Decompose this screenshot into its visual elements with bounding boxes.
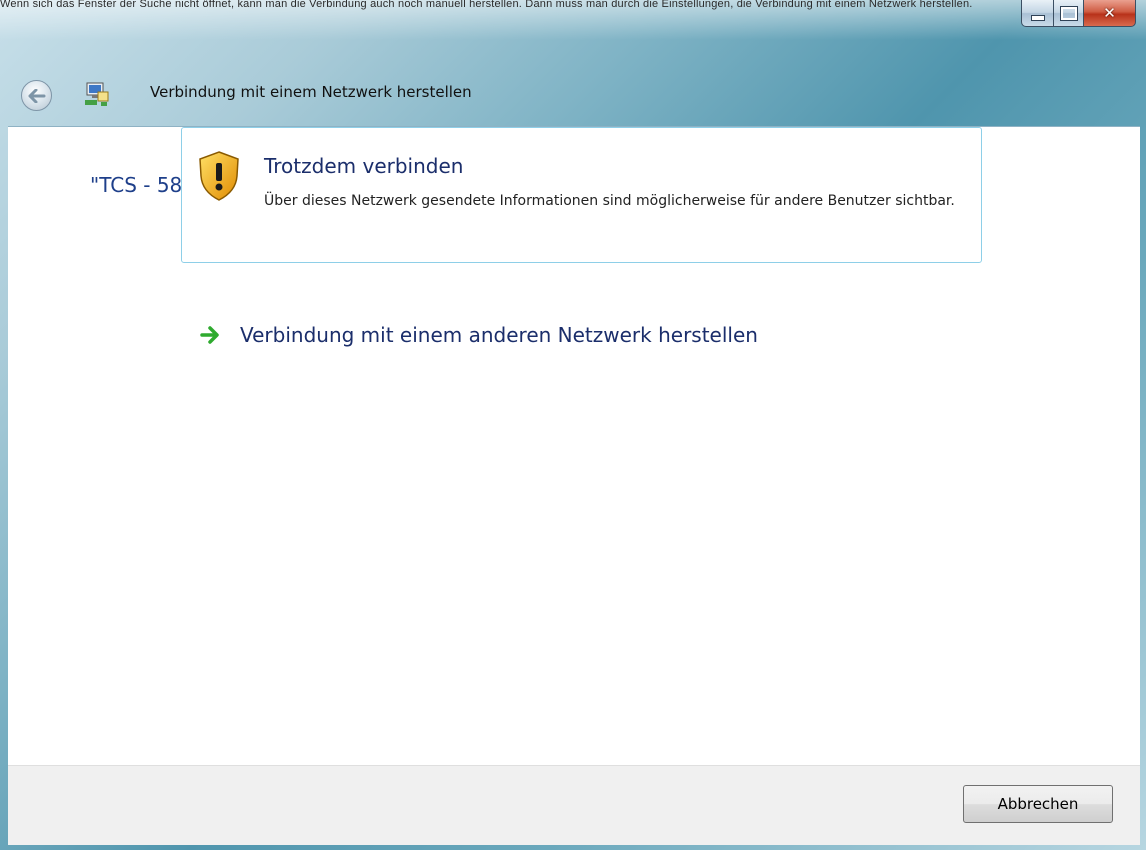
minimize-button[interactable] [1021,0,1054,27]
green-arrow-icon [200,326,219,344]
option-title: Trotzdem verbinden [264,154,464,178]
back-button[interactable] [21,80,52,111]
close-button[interactable]: ✕ [1084,0,1136,27]
minimize-icon [1030,15,1045,21]
cancel-button[interactable]: Abbrechen [963,785,1113,823]
back-arrow-icon [28,88,45,103]
maximize-icon [1060,6,1077,20]
close-icon: ✕ [1103,4,1116,22]
other-network-link[interactable]: Verbindung mit einem anderen Netzwerk he… [200,323,758,347]
window-title: Verbindung mit einem Netzwerk herstellen [150,83,472,101]
leaked-caption-text: Wenn sich das Fenster der Suche nicht öf… [0,0,973,10]
security-warning-shield-icon [199,151,239,201]
maximize-button[interactable] [1054,0,1084,27]
network-connection-icon [85,82,109,106]
window-caption-buttons: ✕ [1021,0,1136,28]
option-description: Über dieses Netzwerk gesendete Informati… [264,193,955,209]
other-network-link-label: Verbindung mit einem anderen Netzwerk he… [240,323,758,347]
